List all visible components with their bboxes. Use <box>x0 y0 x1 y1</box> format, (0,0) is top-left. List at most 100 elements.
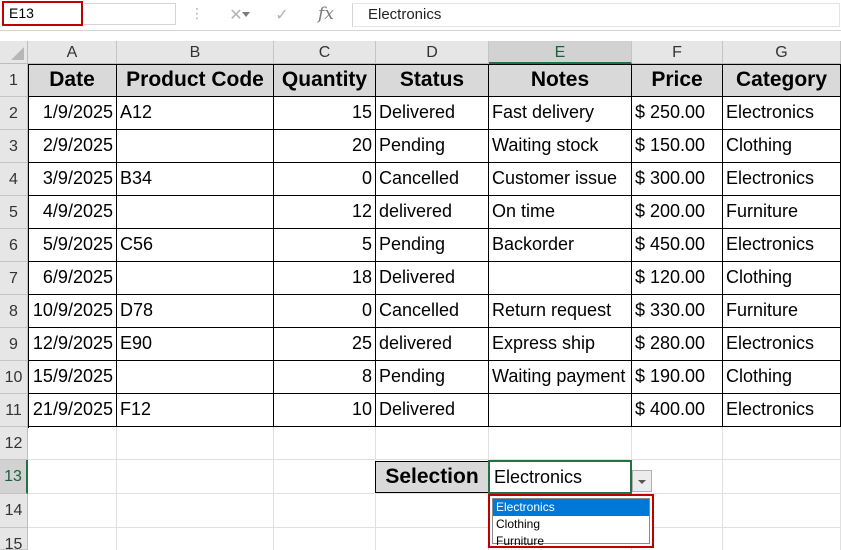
table-cell[interactable] <box>489 394 632 427</box>
name-box-dropdown[interactable] <box>84 3 250 25</box>
column-header-a[interactable]: A <box>28 41 117 64</box>
table-cell[interactable] <box>117 361 274 394</box>
table-cell[interactable]: 25 <box>274 328 376 361</box>
table-cell[interactable]: On time <box>489 196 632 229</box>
table-cell[interactable] <box>117 262 274 295</box>
table-cell[interactable]: 10/9/2025 <box>28 295 117 328</box>
table-cell[interactable]: D78 <box>117 295 274 328</box>
dropdown-option[interactable]: Furniture <box>493 533 649 550</box>
table-header-cell[interactable]: Status <box>376 64 489 97</box>
table-header-cell[interactable]: Notes <box>489 64 632 97</box>
table-cell[interactable]: Backorder <box>489 229 632 262</box>
table-cell[interactable]: $ 150.00 <box>632 130 723 163</box>
table-cell[interactable]: A12 <box>117 97 274 130</box>
table-cell[interactable]: Delivered <box>376 97 489 130</box>
close-icon[interactable]: ✕ <box>222 3 250 25</box>
table-header-cell[interactable]: Quantity <box>274 64 376 97</box>
table-cell[interactable]: Clothing <box>723 262 841 295</box>
row-header-11[interactable]: 11 <box>0 394 28 427</box>
row-header-6[interactable]: 6 <box>0 229 28 262</box>
table-cell[interactable]: Electronics <box>723 163 841 196</box>
table-cell[interactable]: Electronics <box>723 328 841 361</box>
row-header-12[interactable]: 12 <box>0 427 28 460</box>
table-cell[interactable]: E90 <box>117 328 274 361</box>
table-cell[interactable]: Cancelled <box>376 295 489 328</box>
table-cell[interactable]: 12/9/2025 <box>28 328 117 361</box>
table-cell[interactable]: Fast delivery <box>489 97 632 130</box>
table-cell[interactable]: Delivered <box>376 394 489 427</box>
table-cell[interactable]: Return request <box>489 295 632 328</box>
row-header-8[interactable]: 8 <box>0 295 28 328</box>
table-cell[interactable] <box>489 262 632 295</box>
table-cell[interactable]: F12 <box>117 394 274 427</box>
dropdown-option[interactable]: Electronics <box>493 499 649 516</box>
row-header-10[interactable]: 10 <box>0 361 28 394</box>
table-header-cell[interactable]: Product Code <box>117 64 274 97</box>
table-cell[interactable]: $ 280.00 <box>632 328 723 361</box>
column-header-e[interactable]: E <box>489 41 632 64</box>
table-cell[interactable]: 15 <box>274 97 376 130</box>
table-cell[interactable]: 21/9/2025 <box>28 394 117 427</box>
table-cell[interactable]: Clothing <box>723 361 841 394</box>
table-cell[interactable]: C56 <box>117 229 274 262</box>
table-cell[interactable]: 6/9/2025 <box>28 262 117 295</box>
table-cell[interactable]: 20 <box>274 130 376 163</box>
row-header-3[interactable]: 3 <box>0 130 28 163</box>
table-cell[interactable]: Cancelled <box>376 163 489 196</box>
row-header-9[interactable]: 9 <box>0 328 28 361</box>
row-header-2[interactable]: 2 <box>0 97 28 130</box>
table-cell[interactable]: Furniture <box>723 295 841 328</box>
table-cell[interactable]: 10 <box>274 394 376 427</box>
table-cell[interactable]: Pending <box>376 130 489 163</box>
column-header-d[interactable]: D <box>376 41 489 64</box>
table-cell[interactable]: 5/9/2025 <box>28 229 117 262</box>
name-box[interactable]: E13 <box>2 1 83 26</box>
column-header-f[interactable]: F <box>632 41 723 64</box>
table-cell[interactable]: 8 <box>274 361 376 394</box>
table-cell[interactable]: 2/9/2025 <box>28 130 117 163</box>
table-cell[interactable]: $ 120.00 <box>632 262 723 295</box>
table-header-cell[interactable]: Date <box>28 64 117 97</box>
table-cell[interactable]: Customer issue <box>489 163 632 196</box>
table-cell[interactable]: Express ship <box>489 328 632 361</box>
dropdown-button[interactable] <box>632 470 652 492</box>
checkmark-icon[interactable]: ✓ <box>268 3 296 25</box>
row-header-7[interactable]: 7 <box>0 262 28 295</box>
row-header-1[interactable]: 1 <box>0 64 28 97</box>
row-header-15[interactable]: 15 <box>0 528 28 550</box>
table-cell[interactable]: Delivered <box>376 262 489 295</box>
insert-function-button[interactable]: fx <box>312 3 340 25</box>
table-cell[interactable]: 5 <box>274 229 376 262</box>
table-header-cell[interactable]: Category <box>723 64 841 97</box>
column-header-b[interactable]: B <box>117 41 274 64</box>
table-cell[interactable] <box>117 130 274 163</box>
table-cell[interactable]: 1/9/2025 <box>28 97 117 130</box>
table-cell[interactable]: 4/9/2025 <box>28 196 117 229</box>
table-cell[interactable]: Electronics <box>723 229 841 262</box>
table-cell[interactable]: B34 <box>117 163 274 196</box>
table-cell[interactable]: 15/9/2025 <box>28 361 117 394</box>
table-cell[interactable]: 3/9/2025 <box>28 163 117 196</box>
table-cell[interactable]: Waiting payment <box>489 361 632 394</box>
row-header-5[interactable]: 5 <box>0 196 28 229</box>
table-cell[interactable]: $ 200.00 <box>632 196 723 229</box>
table-cell[interactable]: $ 300.00 <box>632 163 723 196</box>
table-cell[interactable]: $ 400.00 <box>632 394 723 427</box>
table-cell[interactable]: $ 330.00 <box>632 295 723 328</box>
table-cell[interactable] <box>117 196 274 229</box>
table-cell[interactable]: $ 190.00 <box>632 361 723 394</box>
row-header-13[interactable]: 13 <box>0 460 28 494</box>
table-cell[interactable]: Electronics <box>723 394 841 427</box>
select-all-button[interactable] <box>0 41 28 64</box>
selection-cell[interactable]: Electronics <box>488 460 632 494</box>
table-cell[interactable]: 12 <box>274 196 376 229</box>
table-cell[interactable]: Pending <box>376 229 489 262</box>
table-cell[interactable]: Clothing <box>723 130 841 163</box>
table-cell[interactable]: delivered <box>376 328 489 361</box>
row-header-14[interactable]: 14 <box>0 494 28 528</box>
table-cell[interactable]: $ 250.00 <box>632 97 723 130</box>
table-cell[interactable]: 0 <box>274 295 376 328</box>
table-header-cell[interactable]: Price <box>632 64 723 97</box>
column-header-c[interactable]: C <box>274 41 376 64</box>
dropdown-option[interactable]: Clothing <box>493 516 649 533</box>
